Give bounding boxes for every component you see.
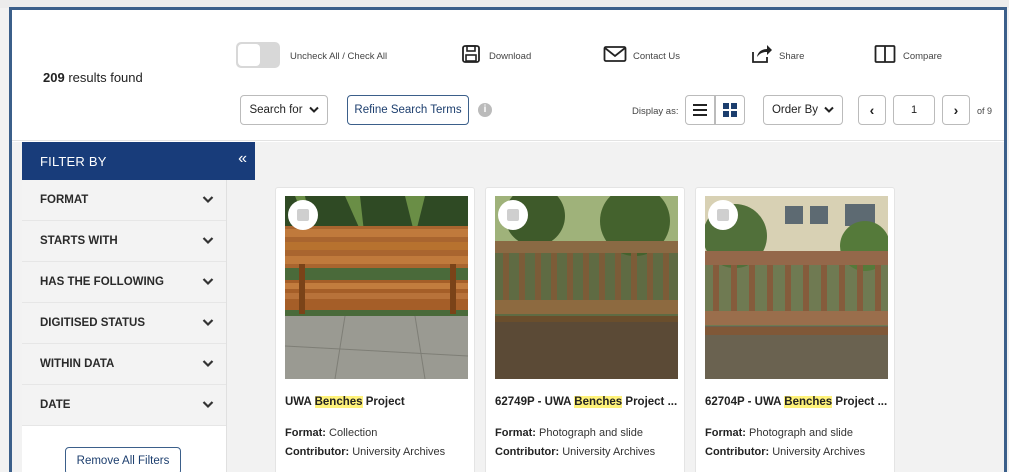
grid-view-button[interactable]	[715, 95, 745, 125]
chevron-down-icon	[308, 106, 319, 113]
refine-search-button[interactable]: Refine Search Terms	[347, 95, 469, 125]
format-value: Collection	[325, 427, 378, 439]
card-contributor: Contributor: University Archives	[285, 446, 445, 458]
chevron-down-icon	[202, 196, 214, 204]
select-checkbox[interactable]	[288, 200, 318, 230]
grid-view-icon	[723, 103, 737, 117]
list-view-icon	[693, 104, 707, 116]
check-all-label[interactable]: Uncheck All / Check All	[290, 51, 387, 62]
remove-all-filters-button[interactable]: Remove All Filters	[65, 447, 181, 472]
prev-page-button[interactable]: ‹	[858, 95, 886, 125]
order-by-dropdown[interactable]: Order By	[763, 95, 843, 125]
filter-item-label: DATE	[40, 399, 71, 411]
format-label: Format:	[285, 427, 326, 439]
result-card[interactable]: 62749P - UWA Benches Project ... Format:…	[485, 187, 685, 472]
title-highlight: Benches	[314, 396, 363, 408]
contact-label[interactable]: Contact Us	[633, 51, 680, 62]
results-suffix: results found	[64, 70, 143, 85]
filter-item-format[interactable]: FORMAT	[22, 180, 226, 221]
results-count: 209 results found	[43, 70, 143, 85]
filter-item-label: STARTS WITH	[40, 235, 118, 247]
card-contributor: Contributor: University Archives	[705, 446, 865, 458]
title-prefix: UWA	[285, 396, 315, 408]
collapse-sidebar-icon[interactable]: «	[238, 150, 247, 168]
display-as-label: Display as:	[632, 106, 679, 117]
filter-item-label: DIGITISED STATUS	[40, 317, 145, 329]
chevron-down-icon	[202, 237, 214, 245]
share-icon[interactable]	[751, 44, 773, 64]
checkbox-box	[717, 209, 729, 221]
info-icon[interactable]: i	[478, 103, 492, 117]
card-title[interactable]: 62704P - UWA Benches Project ...	[705, 396, 889, 408]
check-all-toggle[interactable]	[236, 42, 280, 68]
list-view-button[interactable]	[685, 95, 715, 125]
checkbox-box	[297, 209, 309, 221]
results-frame: 209 results found Uncheck All / Check Al…	[9, 7, 1007, 472]
checkbox-box	[507, 209, 519, 221]
download-label[interactable]: Download	[489, 51, 531, 62]
format-value: Photograph and slide	[745, 427, 853, 439]
title-prefix: 62704P - UWA	[705, 396, 785, 408]
filter-header: FILTER BY «	[22, 142, 255, 180]
title-suffix: Project ...	[622, 396, 678, 408]
result-card[interactable]: UWA Benches Project Format: Collection C…	[275, 187, 475, 472]
chevron-down-icon	[202, 401, 214, 409]
card-contributor: Contributor: University Archives	[495, 446, 655, 458]
chevron-down-icon	[202, 360, 214, 368]
filter-item-label: WITHIN DATA	[40, 358, 115, 370]
chevron-down-icon	[824, 106, 834, 113]
format-label: Format:	[495, 427, 536, 439]
toggle-knob	[238, 44, 260, 66]
card-format: Format: Collection	[285, 427, 377, 439]
total-pages: of 9	[977, 106, 993, 116]
page-number-input[interactable]	[893, 95, 935, 125]
contributor-label: Contributor:	[495, 446, 560, 458]
select-checkbox[interactable]	[708, 200, 738, 230]
mail-icon[interactable]	[603, 44, 627, 64]
card-format: Format: Photograph and slide	[495, 427, 643, 439]
card-title[interactable]: 62749P - UWA Benches Project ...	[495, 396, 679, 408]
results-toolbar: 209 results found Uncheck All / Check Al…	[12, 10, 1004, 141]
filter-item-digitised-status[interactable]: DIGITISED STATUS	[22, 303, 226, 344]
card-title[interactable]: UWA Benches Project	[285, 396, 469, 408]
contributor-value: University Archives	[349, 446, 446, 458]
search-for-label: Search for	[249, 104, 303, 116]
filter-list: FORMAT STARTS WITH HAS THE FOLLOWING DIG…	[22, 180, 227, 472]
results-number: 209	[43, 70, 65, 85]
share-label[interactable]: Share	[779, 51, 804, 62]
search-for-dropdown[interactable]: Search for	[240, 95, 328, 125]
refine-label: Refine Search Terms	[354, 104, 462, 116]
filter-item-date[interactable]: DATE	[22, 385, 226, 426]
order-by-label: Order By	[771, 104, 818, 116]
chevron-down-icon	[202, 319, 214, 327]
compare-icon[interactable]	[874, 44, 896, 64]
filter-item-label: HAS THE FOLLOWING	[40, 276, 164, 288]
format-label: Format:	[705, 427, 746, 439]
format-value: Photograph and slide	[535, 427, 643, 439]
result-card[interactable]: 62704P - UWA Benches Project ... Format:…	[695, 187, 895, 472]
filter-item-starts-with[interactable]: STARTS WITH	[22, 221, 226, 262]
select-checkbox[interactable]	[498, 200, 528, 230]
contributor-value: University Archives	[769, 446, 866, 458]
contributor-label: Contributor:	[285, 446, 350, 458]
contributor-label: Contributor:	[705, 446, 770, 458]
download-icon[interactable]	[461, 44, 481, 64]
filter-title: FILTER BY	[40, 154, 107, 169]
chevron-down-icon	[202, 278, 214, 286]
title-suffix: Project ...	[832, 396, 888, 408]
title-highlight: Benches	[574, 396, 623, 408]
title-prefix: 62749P - UWA	[495, 396, 575, 408]
title-highlight: Benches	[784, 396, 833, 408]
filter-item-has-the-following[interactable]: HAS THE FOLLOWING	[22, 262, 226, 303]
card-format: Format: Photograph and slide	[705, 427, 853, 439]
next-page-button[interactable]: ›	[942, 95, 970, 125]
title-suffix: Project	[362, 396, 405, 408]
filter-item-within-data[interactable]: WITHIN DATA	[22, 344, 226, 385]
compare-label[interactable]: Compare	[903, 51, 942, 62]
filter-item-label: FORMAT	[40, 194, 89, 206]
contributor-value: University Archives	[559, 446, 656, 458]
